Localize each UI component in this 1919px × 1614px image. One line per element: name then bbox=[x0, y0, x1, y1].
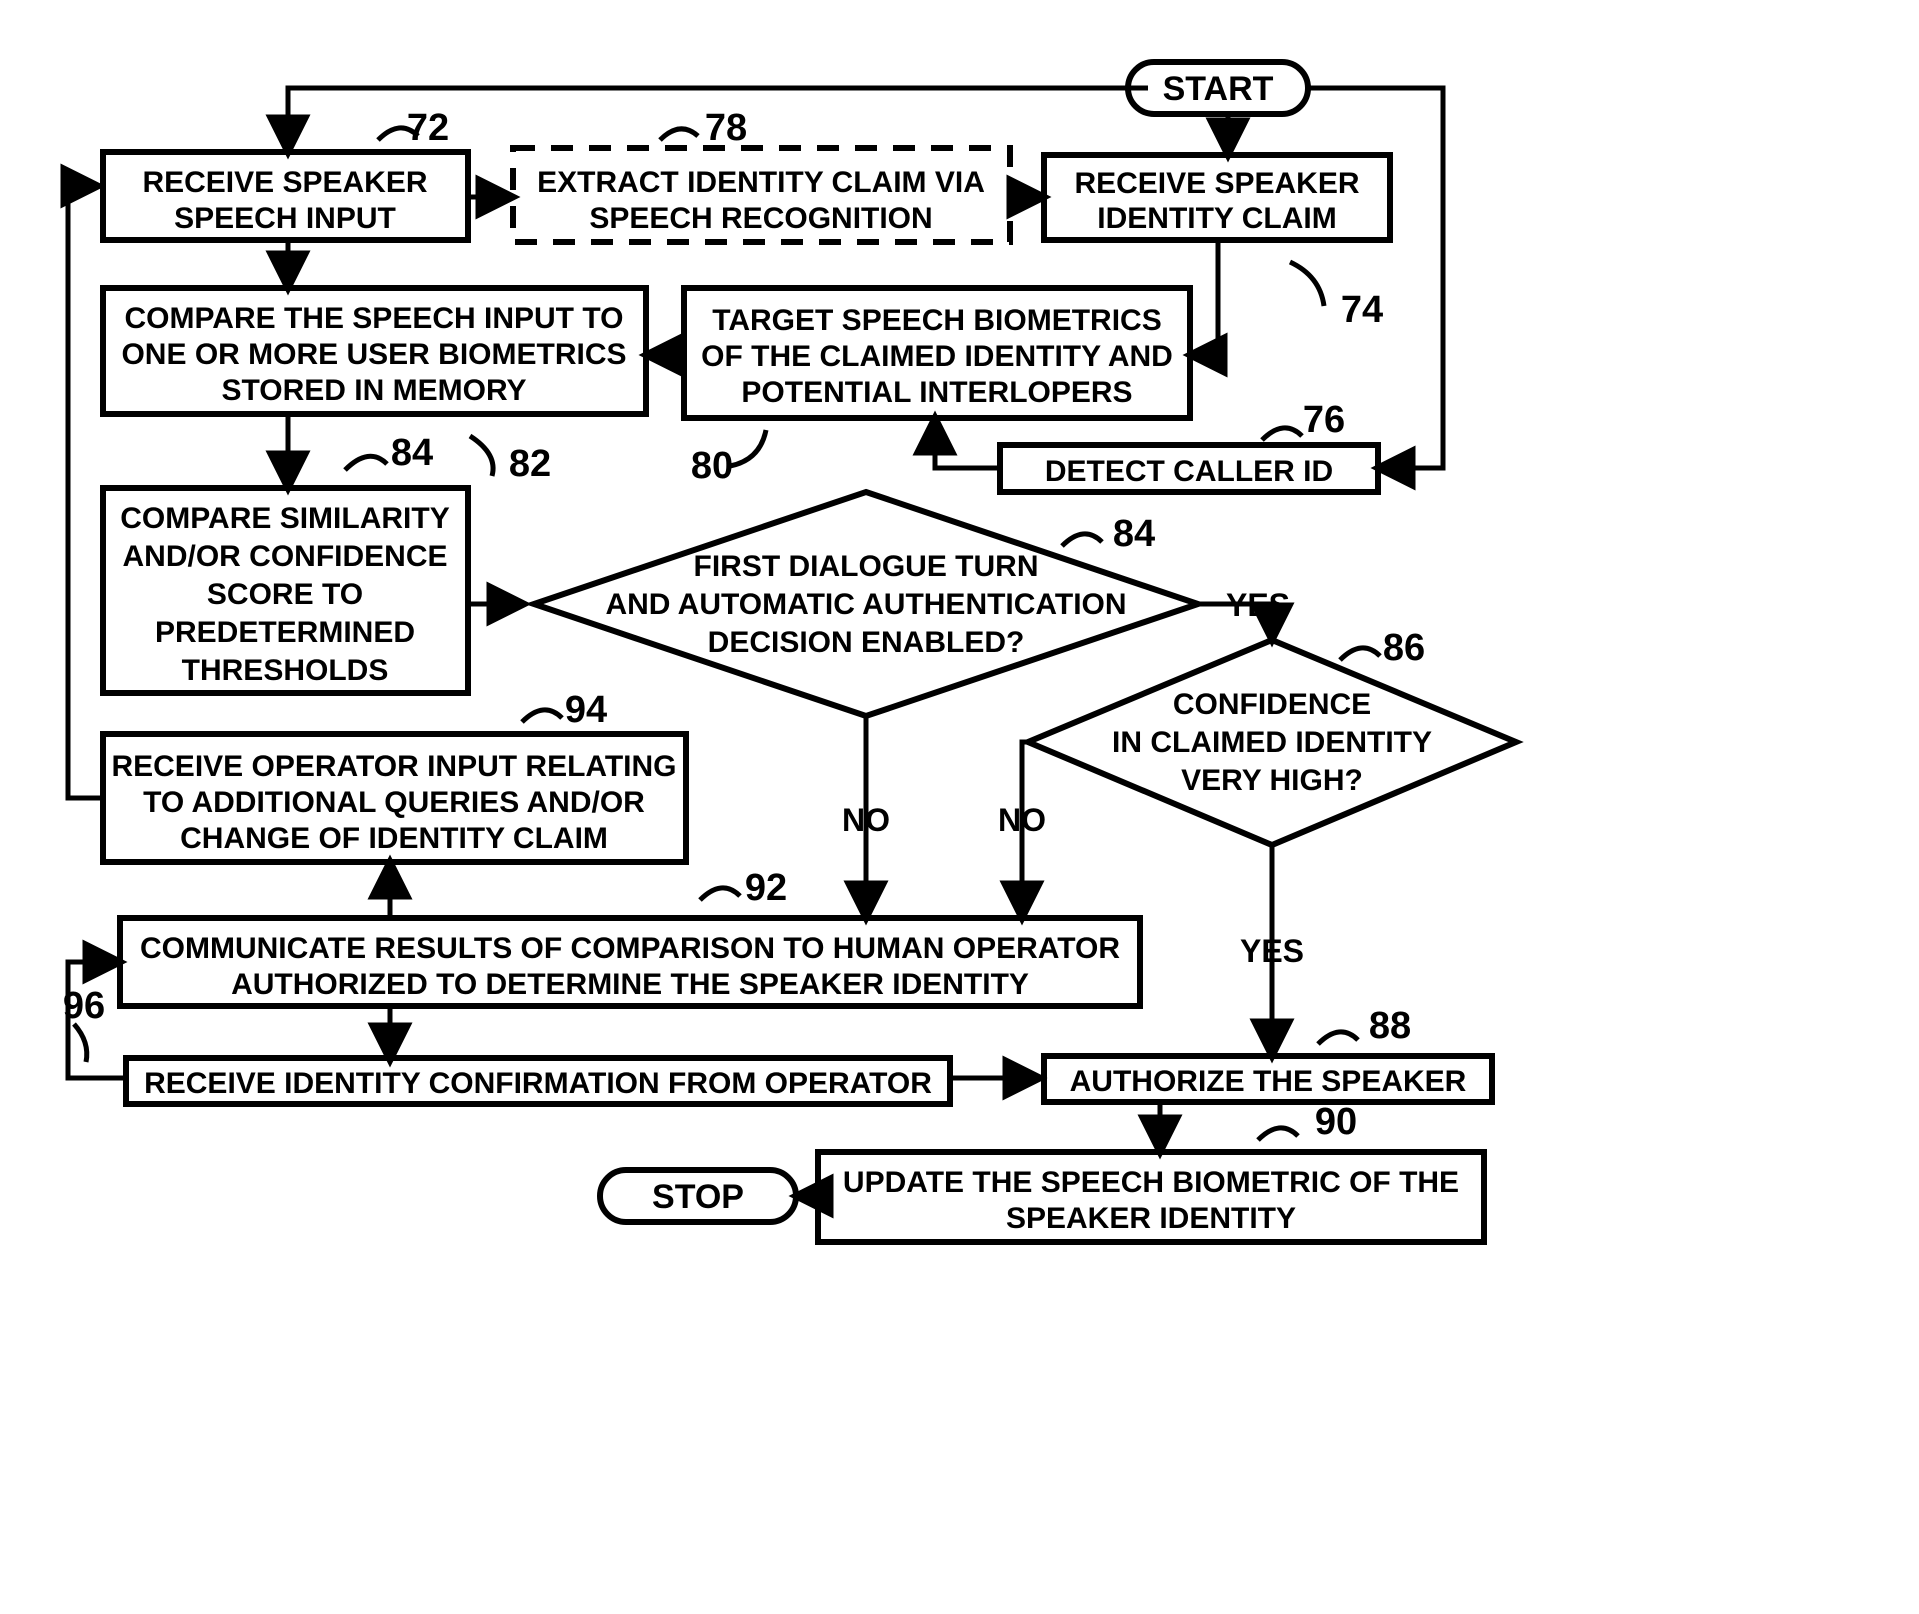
node-94-line2: TO ADDITIONAL QUERIES AND/OR bbox=[143, 786, 645, 819]
ref-74: 74 bbox=[1341, 289, 1383, 331]
ref-88: 88 bbox=[1369, 1005, 1411, 1047]
node-94-line3: CHANGE OF IDENTITY CLAIM bbox=[180, 822, 608, 855]
ref-90: 90 bbox=[1315, 1101, 1357, 1143]
ref-92: 92 bbox=[745, 867, 787, 909]
node-92-line2: AUTHORIZED TO DETERMINE THE SPEAKER IDEN… bbox=[231, 968, 1029, 1001]
label-no-84: NO bbox=[842, 802, 890, 838]
node-86-line2: IN CLAIMED IDENTITY bbox=[1112, 726, 1432, 759]
ref-80: 80 bbox=[691, 445, 733, 487]
flowchart-canvas: START RECEIVE SPEAKER SPEECH INPUT 72 EX… bbox=[0, 0, 1919, 1614]
ref-76: 76 bbox=[1303, 399, 1345, 441]
ref-84b: 84 bbox=[1113, 513, 1155, 555]
ref-86: 86 bbox=[1383, 627, 1425, 669]
node-82-line2: ONE OR MORE USER BIOMETRICS bbox=[121, 338, 626, 371]
node-80-line2: OF THE CLAIMED IDENTITY AND bbox=[701, 340, 1173, 373]
node-80-line1: TARGET SPEECH BIOMETRICS bbox=[712, 304, 1161, 337]
node-86-line1: CONFIDENCE bbox=[1173, 688, 1371, 721]
node-84box-line4: PREDETERMINED bbox=[155, 616, 415, 649]
node-90-line2: SPEAKER IDENTITY bbox=[1006, 1202, 1296, 1235]
node-96-line1: RECEIVE IDENTITY CONFIRMATION FROM OPERA… bbox=[144, 1067, 932, 1100]
node-receive-operator-input: RECEIVE OPERATOR INPUT RELATING TO ADDIT… bbox=[100, 731, 689, 865]
node-78-line2: SPEECH RECOGNITION bbox=[589, 202, 932, 235]
node-communicate-results: COMMUNICATE RESULTS OF COMPARISON TO HUM… bbox=[117, 915, 1143, 1009]
ref-72: 72 bbox=[407, 107, 449, 149]
node-72-line1: RECEIVE SPEAKER bbox=[142, 166, 427, 199]
node-76-line1: DETECT CALLER ID bbox=[1045, 455, 1333, 488]
node-80-line3: POTENTIAL INTERLOPERS bbox=[741, 376, 1132, 409]
node-84dia-line1: FIRST DIALOGUE TURN bbox=[694, 550, 1039, 583]
node-74-line1: RECEIVE SPEAKER bbox=[1074, 167, 1359, 200]
node-84box-line5: THRESHOLDS bbox=[182, 654, 389, 687]
node-74-line2: IDENTITY CLAIM bbox=[1097, 202, 1336, 235]
node-84box-line3: SCORE TO bbox=[207, 578, 363, 611]
node-target-speech-biometrics: TARGET SPEECH BIOMETRICS OF THE CLAIMED … bbox=[681, 285, 1193, 421]
node-84dia-line2: AND AUTOMATIC AUTHENTICATION bbox=[605, 588, 1126, 621]
node-86-line3: VERY HIGH? bbox=[1181, 764, 1363, 797]
label-no-86: NO bbox=[998, 802, 1046, 838]
ref-82: 82 bbox=[509, 443, 551, 485]
node-82-line1: COMPARE THE SPEECH INPUT TO bbox=[125, 302, 624, 335]
node-84box-line2: AND/OR CONFIDENCE bbox=[122, 540, 447, 573]
ref-78: 78 bbox=[705, 107, 747, 149]
node-90-line1: UPDATE THE SPEECH BIOMETRIC OF THE bbox=[843, 1166, 1459, 1199]
node-84box-line1: COMPARE SIMILARITY bbox=[120, 502, 449, 535]
node-78-line1: EXTRACT IDENTITY CLAIM VIA bbox=[537, 166, 985, 199]
node-84dia-line3: DECISION ENABLED? bbox=[708, 626, 1025, 659]
start-label: START bbox=[1163, 70, 1274, 108]
label-yes-84: YES bbox=[1226, 587, 1290, 623]
ref-84a: 84 bbox=[391, 432, 433, 474]
node-72-line2: SPEECH INPUT bbox=[174, 202, 396, 235]
node-88-line1: AUTHORIZE THE SPEAKER bbox=[1070, 1065, 1467, 1098]
label-yes-86: YES bbox=[1240, 933, 1304, 969]
stop-label: STOP bbox=[652, 1178, 744, 1216]
node-94-line1: RECEIVE OPERATOR INPUT RELATING bbox=[111, 750, 676, 783]
ref-96: 96 bbox=[63, 985, 105, 1027]
node-92-line1: COMMUNICATE RESULTS OF COMPARISON TO HUM… bbox=[140, 932, 1120, 965]
ref-94: 94 bbox=[565, 689, 607, 731]
node-82-line3: STORED IN MEMORY bbox=[221, 374, 526, 407]
flowchart-svg: START RECEIVE SPEAKER SPEECH INPUT 72 EX… bbox=[0, 0, 1919, 1614]
